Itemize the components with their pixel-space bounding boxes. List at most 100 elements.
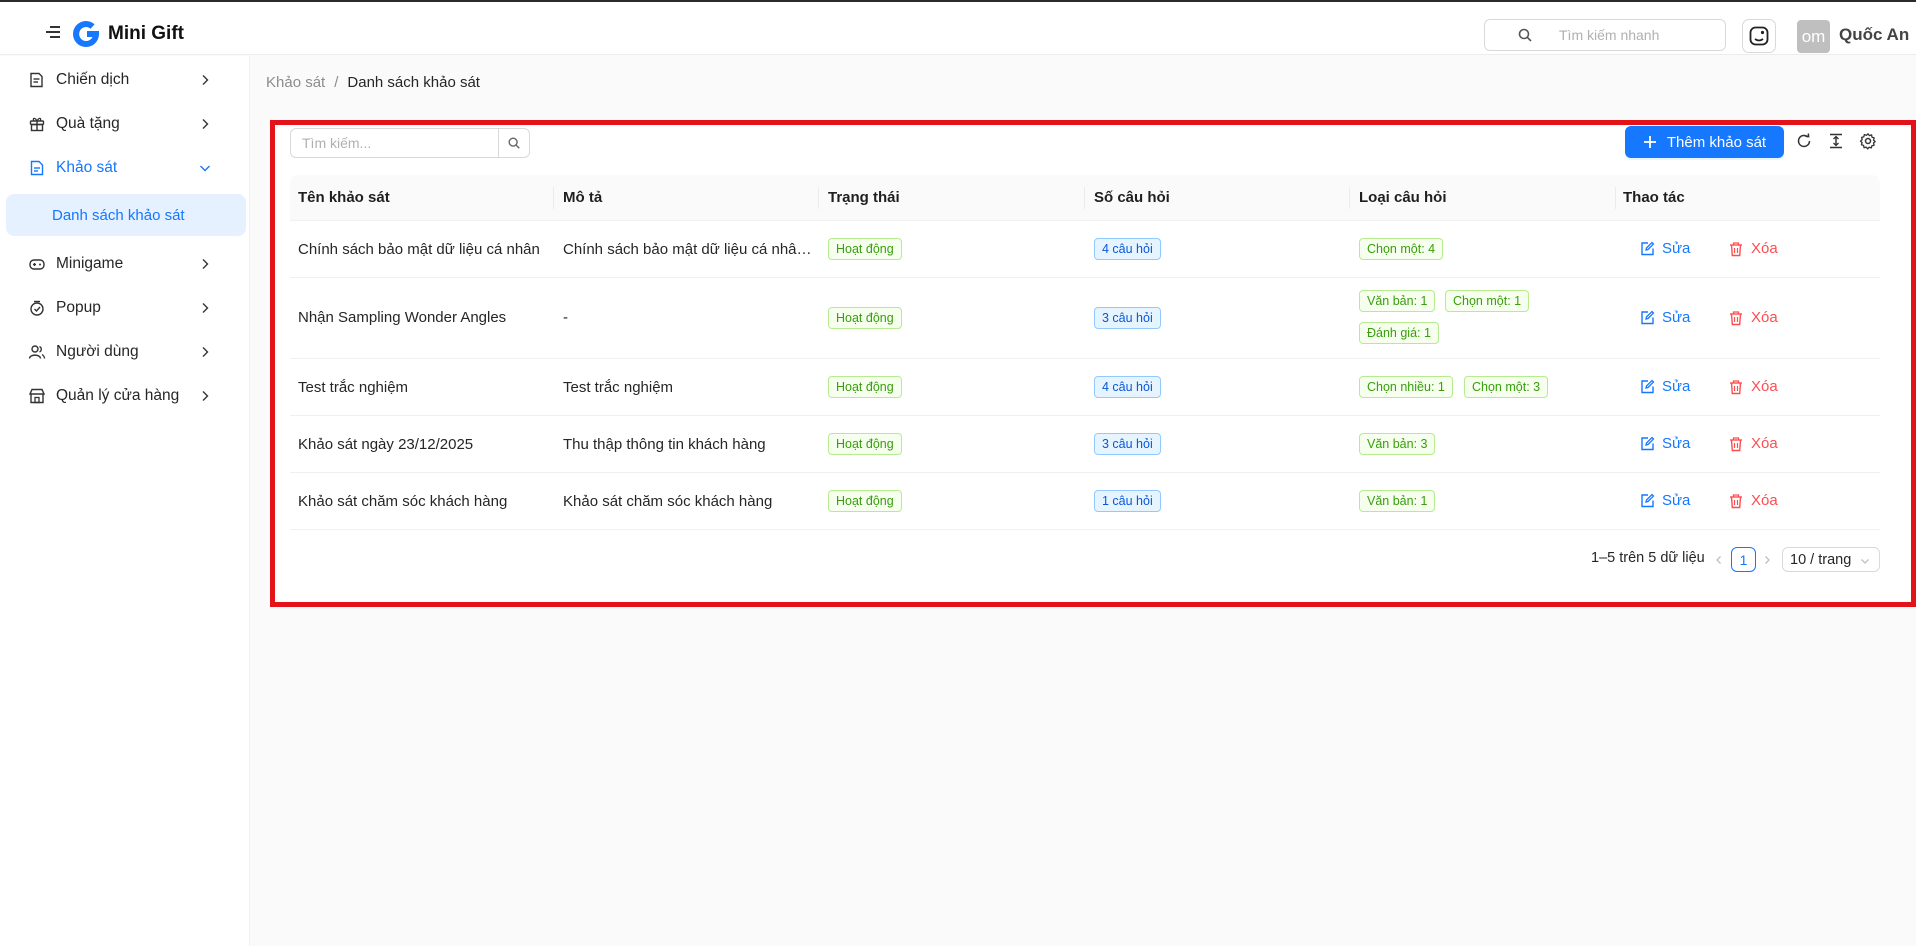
status-badge: Hoạt động	[828, 433, 902, 455]
status-badge: Hoạt động	[828, 490, 902, 512]
table-row: Khảo sát ngày 23/12/2025 Thu thập thông …	[290, 416, 1880, 473]
edit-button[interactable]: Sửa	[1639, 378, 1690, 395]
column-header-actions: Thao tác	[1623, 189, 1685, 206]
edit-button[interactable]: Sửa	[1639, 240, 1690, 257]
sidebar-item-label: Người dùng	[56, 343, 139, 360]
user-name[interactable]: Quốc An	[1839, 25, 1909, 45]
delete-label: Xóa	[1751, 240, 1778, 257]
question-type-tag: Văn bản: 1	[1359, 490, 1436, 512]
popup-icon	[30, 300, 44, 316]
table-search[interactable]	[290, 128, 530, 158]
sidebar-item-users[interactable]: Người dùng	[0, 330, 250, 374]
reload-icon[interactable]	[1795, 132, 1813, 150]
delete-label: Xóa	[1751, 435, 1778, 452]
delete-button[interactable]: Xóa	[1728, 378, 1778, 395]
status-badge: Hoạt động	[828, 238, 902, 260]
sidebar-item-label: Chiến dịch	[56, 71, 130, 88]
avatar[interactable]: om	[1797, 20, 1830, 53]
column-height-icon[interactable]	[1827, 132, 1845, 150]
sidebar-item-label: Quà tặng	[56, 115, 120, 132]
chevron-right-icon	[202, 347, 209, 357]
column-divider	[1615, 187, 1616, 209]
settings-icon[interactable]	[1859, 132, 1877, 150]
table-row: Nhận Sampling Wonder Angles - Hoạt động …	[290, 278, 1880, 359]
sidebar-item-minigame[interactable]: Minigame	[0, 242, 250, 286]
sidebar-subitem-survey-list[interactable]: Danh sách khảo sát	[6, 194, 246, 236]
sidebar-item-label: Khảo sát	[56, 159, 118, 176]
chevron-right-icon	[202, 391, 209, 401]
brand-logo	[73, 21, 99, 47]
breadcrumb-separator: /	[334, 74, 339, 91]
delete-button[interactable]: Xóa	[1728, 240, 1778, 257]
trash-icon	[1730, 436, 1742, 451]
column-header-description: Mô tả	[563, 189, 603, 206]
search-icon	[1518, 28, 1532, 42]
question-type-tag: Văn bản: 3	[1359, 433, 1436, 455]
column-header-question-count: Số câu hỏi	[1094, 189, 1170, 206]
chat-bot-button[interactable]	[1742, 19, 1776, 53]
quick-search-input[interactable]	[1559, 27, 1709, 43]
survey-name: Nhận Sampling Wonder Angles	[298, 309, 507, 326]
survey-description: Thu thập thông tin khách hàng	[563, 436, 766, 453]
gamepad-icon	[29, 259, 45, 270]
edit-label: Sửa	[1662, 435, 1691, 452]
edit-icon	[1641, 241, 1655, 255]
sidebar-item-label: Minigame	[56, 255, 124, 272]
sidebar-item-popup[interactable]: Popup	[0, 286, 250, 330]
plus-icon	[1643, 136, 1656, 148]
edit-label: Sửa	[1662, 309, 1691, 326]
delete-label: Xóa	[1751, 492, 1778, 509]
breadcrumb-parent[interactable]: Khảo sát	[266, 74, 325, 91]
gift-icon	[29, 117, 45, 132]
quick-search[interactable]	[1484, 19, 1726, 51]
survey-description: Chính sách bảo mật dữ liệu cá nhân khách…	[563, 241, 813, 258]
table-search-input[interactable]	[290, 128, 498, 158]
chevron-down-icon	[200, 165, 210, 172]
chevron-right-icon	[202, 259, 209, 269]
delete-button[interactable]: Xóa	[1728, 435, 1778, 452]
sidebar-item-label: Quản lý cửa hàng	[56, 387, 180, 404]
add-survey-button[interactable]: Thêm khảo sát	[1625, 126, 1784, 158]
breadcrumb: Khảo sát / Danh sách khảo sát	[266, 74, 480, 91]
question-count-badge: 4 câu hỏi	[1094, 376, 1161, 398]
sidebar-item-store[interactable]: Quản lý cửa hàng	[0, 374, 250, 418]
pagination-page-button[interactable]: 1	[1731, 547, 1756, 572]
sidebar-item-campaign[interactable]: Chiến dịch	[0, 58, 250, 102]
campaign-icon	[30, 72, 43, 88]
store-icon	[28, 388, 46, 404]
trash-icon	[1730, 310, 1742, 325]
question-count-badge: 4 câu hỏi	[1094, 238, 1161, 260]
edit-button[interactable]: Sửa	[1639, 435, 1690, 452]
trash-icon	[1730, 379, 1742, 394]
column-divider	[553, 187, 554, 209]
question-count-badge: 1 câu hỏi	[1094, 490, 1161, 512]
delete-button[interactable]: Xóa	[1728, 492, 1778, 509]
question-type-tag: Chọn một: 4	[1359, 238, 1444, 260]
chevron-left-icon	[1716, 556, 1721, 564]
chevron-right-icon	[202, 303, 209, 313]
sidebar-item-gifts[interactable]: Quà tặng	[0, 102, 250, 146]
menu-toggle-icon[interactable]	[46, 26, 60, 38]
pagination-prev-button[interactable]	[1709, 549, 1729, 571]
bot-face-icon	[1749, 26, 1769, 46]
edit-icon	[1641, 379, 1655, 393]
edit-button[interactable]: Sửa	[1639, 492, 1690, 509]
chevron-right-icon	[1765, 556, 1770, 564]
chevron-right-icon	[202, 119, 209, 129]
sidebar-item-survey[interactable]: Khảo sát	[0, 146, 250, 190]
status-badge: Hoạt động	[828, 307, 902, 329]
edit-icon	[1641, 493, 1655, 507]
column-divider	[1084, 187, 1085, 209]
table-row: Chính sách bảo mật dữ liệu cá nhân Chính…	[290, 221, 1880, 278]
delete-label: Xóa	[1751, 378, 1778, 395]
edit-label: Sửa	[1662, 240, 1691, 257]
page-size-select[interactable]: 10 / trang	[1782, 547, 1880, 572]
edit-button[interactable]: Sửa	[1639, 309, 1690, 326]
delete-button[interactable]: Xóa	[1728, 309, 1778, 326]
sidebar: Chiến dịch Quà tặng Khảo sát Danh sách k…	[0, 56, 250, 946]
survey-icon	[30, 160, 44, 176]
table-search-button[interactable]	[498, 128, 530, 158]
survey-name: Chính sách bảo mật dữ liệu cá nhân	[298, 241, 540, 258]
status-badge: Hoạt động	[828, 376, 902, 398]
pagination-next-button[interactable]	[1757, 549, 1777, 571]
